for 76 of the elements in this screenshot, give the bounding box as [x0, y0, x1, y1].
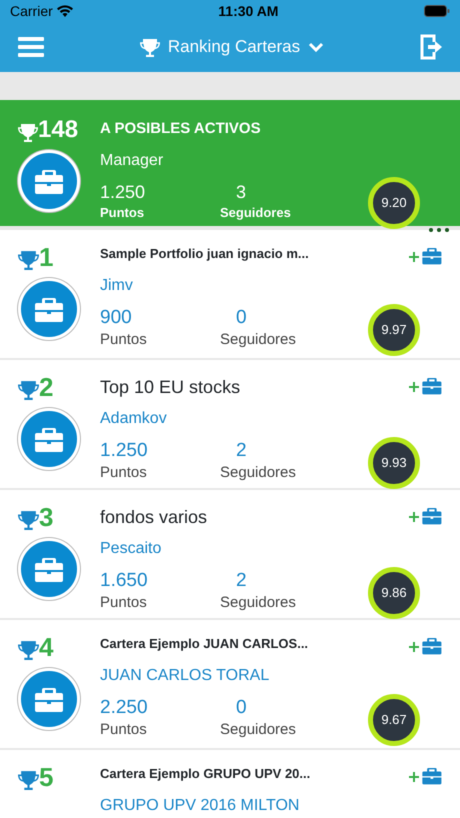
points-label: Puntos	[100, 330, 148, 350]
followers-label: Seguidores	[220, 463, 297, 484]
portfolio-title: fondos varios	[100, 506, 208, 529]
ranking-row[interactable]: 3 fondos varios Pescaito 1.650 Puntos 2 Seguidores 9.86	[0, 490, 460, 620]
trophy-icon	[18, 640, 39, 660]
followers-value: 0	[235, 308, 248, 330]
rank-number: 2	[39, 374, 54, 400]
logout-icon	[420, 34, 442, 60]
followers-value: 0	[235, 698, 248, 720]
trophy-icon	[18, 123, 38, 142]
rank-number: 4	[39, 634, 54, 660]
ranking-row[interactable]: 5 Cartera Ejemplo GRUPO UPV 20... GRUPO UPV 2016 MILTON	[0, 750, 460, 818]
followers-value: 2	[235, 441, 248, 462]
trophy-icon	[140, 38, 160, 56]
more-icon[interactable]	[428, 226, 450, 232]
points-value: 900	[100, 308, 133, 330]
add-portfolio-icon	[408, 636, 442, 656]
ranking-row[interactable]: 2 Top 10 EU stocks Adamkov 1.250 Puntos 2 Seguidores 9.93	[0, 360, 460, 490]
trophy-icon	[18, 770, 39, 790]
ranking-row[interactable]: 4 Cartera Ejemplo JUAN CARLOS... JUAN CARLOS TORAL 2.250 Puntos 0 Seguidores 9.67	[0, 620, 460, 750]
add-portfolio-icon	[408, 246, 442, 266]
owner-link[interactable]: Adamkov	[100, 407, 442, 431]
rank-number: 5	[39, 764, 54, 790]
portfolio-title: Top 10 EU stocks	[100, 376, 240, 399]
owner-link[interactable]: GRUPO UPV 2016 MILTON	[100, 794, 442, 818]
rank-number: 148	[38, 118, 78, 142]
followers-label: Seguidores	[220, 204, 292, 222]
briefcase-icon	[33, 167, 65, 195]
add-portfolio-icon	[408, 766, 442, 786]
followers-label: Seguidores	[220, 720, 297, 740]
briefcase-icon	[33, 555, 65, 583]
carrier-label: Carrier	[10, 2, 53, 20]
menu-icon	[18, 36, 44, 57]
manager-label: Manager	[100, 150, 164, 170]
trophy-icon	[18, 380, 39, 400]
wifi-icon	[56, 5, 73, 17]
briefcase-icon	[33, 685, 65, 713]
time-label: 11:30 AM	[217, 2, 280, 20]
followers-value: 2	[235, 571, 248, 592]
briefcase-icon	[33, 425, 65, 453]
trophy-icon	[18, 250, 39, 270]
portfolio-title: Cartera Ejemplo JUAN CARLOS...	[100, 635, 308, 653]
portfolio-title: A POSIBLES ACTIVOS	[100, 119, 261, 139]
points-value: 1.250	[100, 441, 149, 462]
score-badge: 9.67	[368, 694, 420, 746]
rank-number: 1	[39, 244, 54, 270]
trophy-icon	[18, 510, 39, 530]
ranking-row[interactable]: 1 Sample Portfolio juan ignacio m... Jimv 900 Puntos 0 Seguidores 9.97	[0, 230, 460, 360]
rank-number: 3	[39, 504, 54, 530]
my-portfolio-card[interactable]: 148 A POSIBLES ACTIVOS Manager 1.250 Puntos 3 Seguidores 9.20	[0, 100, 460, 230]
add-portfolio-icon	[408, 376, 442, 396]
points-label: Puntos	[100, 720, 148, 740]
add-portfolio-icon	[408, 506, 442, 526]
followers-label: Seguidores	[220, 330, 297, 350]
points-label: Puntos	[100, 463, 148, 484]
briefcase-icon	[33, 295, 65, 323]
points-value: 2.250	[100, 698, 149, 720]
score-badge: 9.97	[368, 304, 420, 356]
portfolio-title: Sample Portfolio juan ignacio m...	[100, 245, 309, 263]
owner-link[interactable]: Pescaito	[100, 537, 442, 561]
points-label: Puntos	[100, 204, 146, 222]
battery-icon	[424, 5, 450, 17]
score-badge: 9.93	[368, 437, 420, 489]
portfolio-title: Cartera Ejemplo GRUPO UPV 20...	[100, 765, 310, 783]
score-badge: 9.20	[368, 176, 420, 228]
owner-link[interactable]: JUAN CARLOS TORAL	[100, 664, 442, 688]
owner-link[interactable]: Jimv	[100, 274, 442, 298]
chevron-down-icon	[308, 42, 324, 52]
points-value: 1.650	[100, 571, 149, 592]
logout-button[interactable]	[420, 34, 442, 60]
points-value: 1.250	[100, 182, 146, 203]
followers-label: Seguidores	[220, 593, 297, 614]
menu-button[interactable]	[18, 35, 44, 59]
score-badge: 9.86	[368, 567, 420, 619]
followers-value: 3	[235, 182, 248, 203]
points-label: Puntos	[100, 593, 148, 614]
